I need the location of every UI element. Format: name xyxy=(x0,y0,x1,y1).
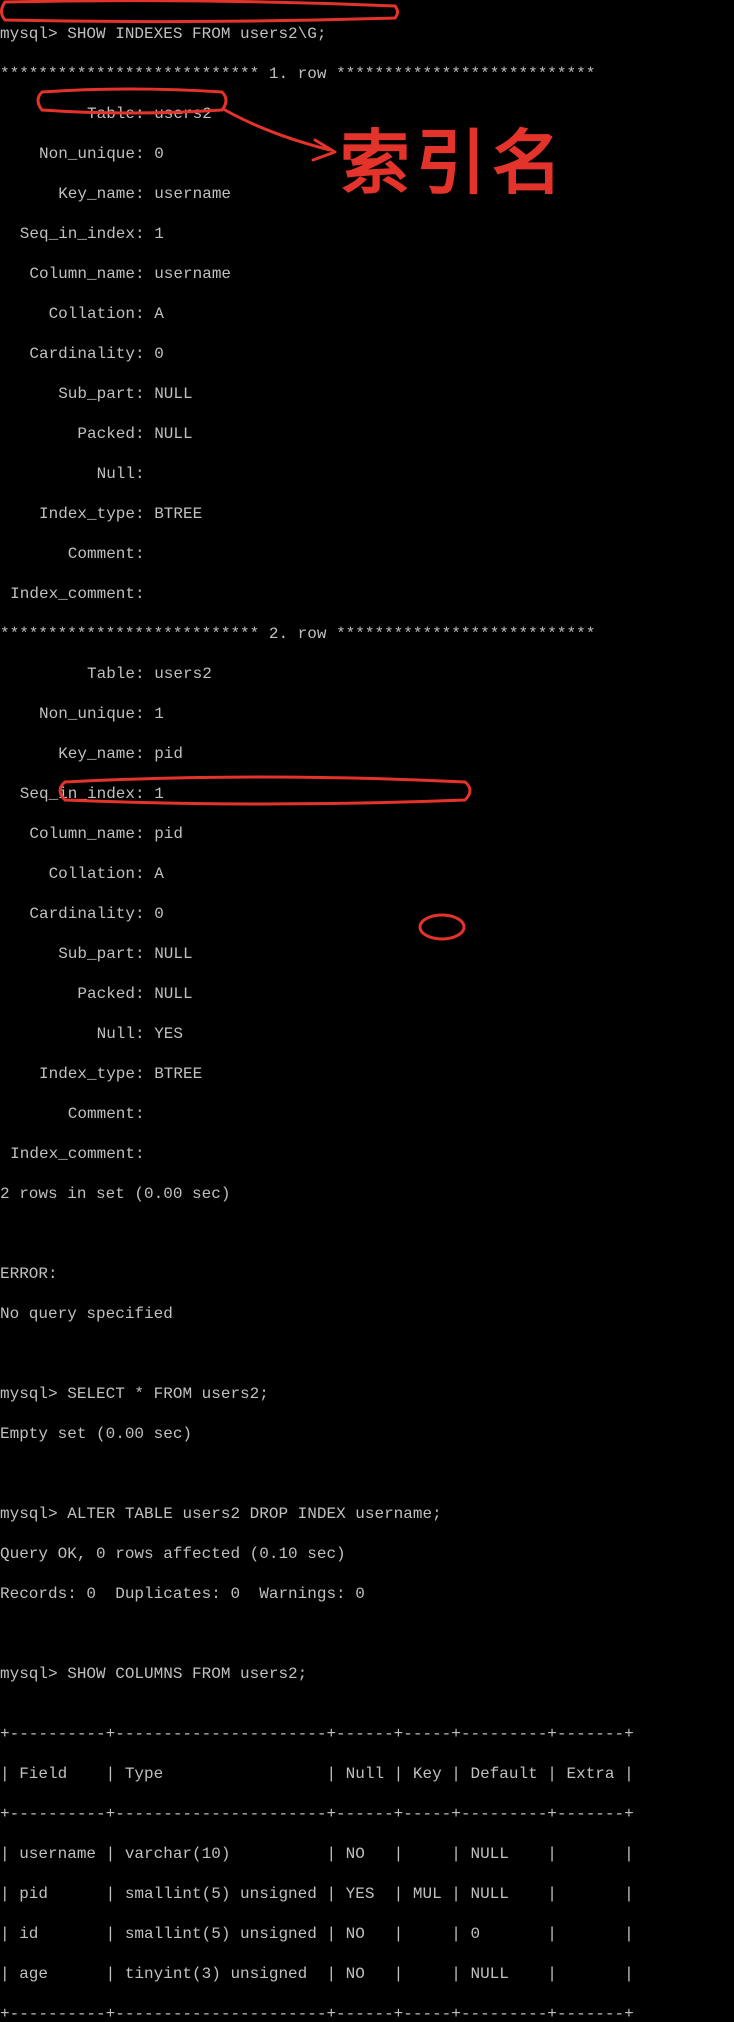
idx1-packed-value: NULL xyxy=(154,425,192,443)
idx2-null-value: YES xyxy=(154,1025,183,1043)
idx1-cardinality-label: Cardinality xyxy=(0,344,135,364)
error-label: ERROR: xyxy=(0,1264,734,1284)
idx2-null-label: Null xyxy=(0,1024,135,1044)
command-4: SHOW COLUMNS FROM users2; xyxy=(67,1665,307,1683)
idx1-nonunique-label: Non_unique xyxy=(0,144,135,164)
idx1-nonunique-value: 0 xyxy=(154,145,164,163)
idx2-collation-value: A xyxy=(154,865,164,883)
records-line: Records: 0 Duplicates: 0 Warnings: 0 xyxy=(0,1584,734,1604)
idx1-idxcomment-label: Index_comment xyxy=(0,584,135,604)
table-row: | age | tinyint(3) unsigned | NO | | NUL… xyxy=(0,1964,734,1984)
prompt-line-1[interactable]: mysql> SHOW INDEXES FROM users2\G; xyxy=(0,24,734,44)
row-separator-2: *************************** 2. row *****… xyxy=(0,624,734,644)
idx2-subpart-label: Sub_part xyxy=(0,944,135,964)
prompt: mysql> xyxy=(0,1385,58,1403)
timing-1: 2 rows in set (0.00 sec) xyxy=(0,1184,734,1204)
idx1-collation-label: Collation xyxy=(0,304,135,324)
prompt-line-3[interactable]: mysql> ALTER TABLE users2 DROP INDEX use… xyxy=(0,1504,734,1524)
idx2-packed-label: Packed xyxy=(0,984,135,1004)
table-row: | id | smallint(5) unsigned | NO | | 0 |… xyxy=(0,1924,734,1944)
idx2-idxtype-value: BTREE xyxy=(154,1065,202,1083)
terminal-output: mysql> SHOW INDEXES FROM users2\G; *****… xyxy=(0,0,734,2022)
error-message: No query specified xyxy=(0,1304,734,1324)
idx2-collation-label: Collation xyxy=(0,864,135,884)
table-header: | Field | Type | Null | Key | Default | … xyxy=(0,1764,734,1784)
command-2: SELECT * FROM users2; xyxy=(67,1385,269,1403)
query-ok: Query OK, 0 rows affected (0.10 sec) xyxy=(0,1544,734,1564)
idx2-nonunique-label: Non_unique xyxy=(0,704,135,724)
idx2-packed-value: NULL xyxy=(154,985,192,1003)
idx1-subpart-label: Sub_part xyxy=(0,384,135,404)
idx1-idxtype-label: Index_type xyxy=(0,504,135,524)
idx2-idxtype-label: Index_type xyxy=(0,1064,135,1084)
idx2-subpart-value: NULL xyxy=(154,945,192,963)
prompt: mysql> xyxy=(0,1505,58,1523)
table-border: +----------+----------------------+-----… xyxy=(0,1804,734,1824)
row-separator-1: *************************** 1. row *****… xyxy=(0,64,734,84)
idx1-cardinality-value: 0 xyxy=(154,345,164,363)
idx2-table-value: users2 xyxy=(154,665,212,683)
idx2-table-label: Table xyxy=(0,664,135,684)
idx1-idxtype-value: BTREE xyxy=(154,505,202,523)
idx1-comment-label: Comment xyxy=(0,544,135,564)
table-row: | username | varchar(10) | NO | | NULL |… xyxy=(0,1844,734,1864)
idx1-table-label: Table xyxy=(0,104,135,124)
prompt: mysql> xyxy=(0,1665,58,1683)
idx2-nonunique-value: 1 xyxy=(154,705,164,723)
idx1-seq-label: Seq_in_index xyxy=(0,224,135,244)
idx2-comment-label: Comment xyxy=(0,1104,135,1124)
idx1-subpart-value: NULL xyxy=(154,385,192,403)
idx2-seq-label: Seq_in_index xyxy=(0,784,135,804)
empty-set: Empty set (0.00 sec) xyxy=(0,1424,734,1444)
idx1-keyname-value: username xyxy=(154,185,231,203)
idx1-null-label: Null xyxy=(0,464,135,484)
idx1-seq-value: 1 xyxy=(154,225,164,243)
table-border: +----------+----------------------+-----… xyxy=(0,1724,734,1744)
idx1-packed-label: Packed xyxy=(0,424,135,444)
command-1: SHOW INDEXES FROM users2\G; xyxy=(67,25,326,43)
command-3: ALTER TABLE users2 DROP INDEX username; xyxy=(67,1505,441,1523)
idx1-colname-label: Column_name xyxy=(0,264,135,284)
idx2-colname-label: Column_name xyxy=(0,824,135,844)
prompt: mysql> xyxy=(0,25,58,43)
idx1-table-value: users2 xyxy=(154,105,212,123)
idx2-keyname-label: Key_name xyxy=(0,744,135,764)
table-row: | pid | smallint(5) unsigned | YES | MUL… xyxy=(0,1884,734,1904)
idx2-idxcomment-label: Index_comment xyxy=(0,1144,135,1164)
idx2-keyname-value: pid xyxy=(154,745,183,763)
idx1-keyname-label: Key_name xyxy=(0,184,135,204)
prompt-line-2[interactable]: mysql> SELECT * FROM users2; xyxy=(0,1384,734,1404)
columns-table: +----------+----------------------+-----… xyxy=(0,1704,734,2022)
idx2-colname-value: pid xyxy=(154,825,183,843)
idx2-cardinality-label: Cardinality xyxy=(0,904,135,924)
idx1-collation-value: A xyxy=(154,305,164,323)
idx1-colname-value: username xyxy=(154,265,231,283)
table-border: +----------+----------------------+-----… xyxy=(0,2004,734,2022)
prompt-line-4[interactable]: mysql> SHOW COLUMNS FROM users2; xyxy=(0,1664,734,1684)
idx2-cardinality-value: 0 xyxy=(154,905,164,923)
idx2-seq-value: 1 xyxy=(154,785,164,803)
